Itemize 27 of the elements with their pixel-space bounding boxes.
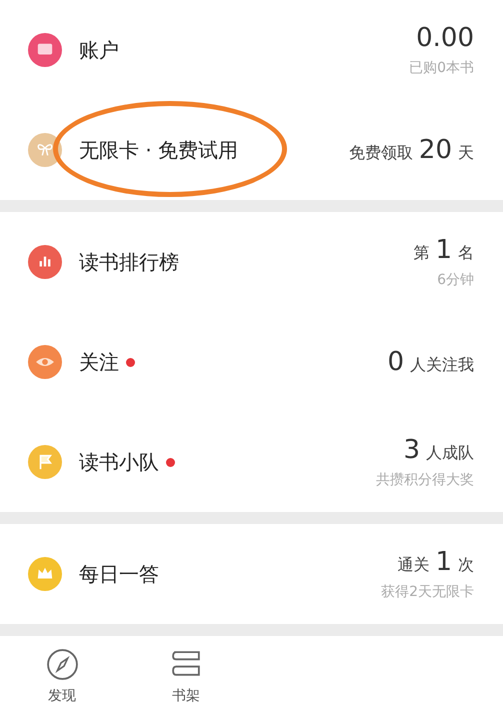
value-number: 20 (418, 135, 452, 165)
row-title: 关注 (79, 348, 119, 376)
value-number: 1 (435, 547, 452, 577)
value-label: 天 (458, 143, 474, 164)
value-label: 人成队 (426, 443, 474, 464)
nav-tab[interactable]: 发现 (20, 644, 104, 708)
row-subtitle: 获得2天无限卡 (381, 583, 474, 601)
value-label: 通关 (397, 555, 430, 576)
row-subtitle: 共攒积分得大奖 (376, 471, 474, 489)
value-number: 0 (387, 347, 404, 377)
value-number: 1 (435, 235, 452, 265)
row-title: 读书小队 (79, 448, 159, 476)
row-title: 读书排行榜 (79, 248, 179, 276)
value-number: 3 (403, 435, 420, 465)
nav-tab[interactable]: 书架 (144, 644, 228, 708)
compass-icon (46, 648, 78, 680)
value-label: 名 (458, 243, 474, 264)
value-label: 第 (413, 243, 430, 264)
row-title: 账户 (79, 36, 119, 64)
value-number: 0.00 (416, 23, 474, 53)
value-label: 次 (458, 555, 474, 576)
value-label: 人关注我 (410, 355, 474, 376)
row-title: 无限卡 · 免费试用 (79, 136, 238, 164)
row-subtitle: 已购0本书 (409, 59, 474, 77)
row-subtitle: 6分钟 (437, 271, 474, 289)
value-label: 免费领取 (348, 143, 413, 164)
row-title: 每日一答 (79, 560, 159, 588)
